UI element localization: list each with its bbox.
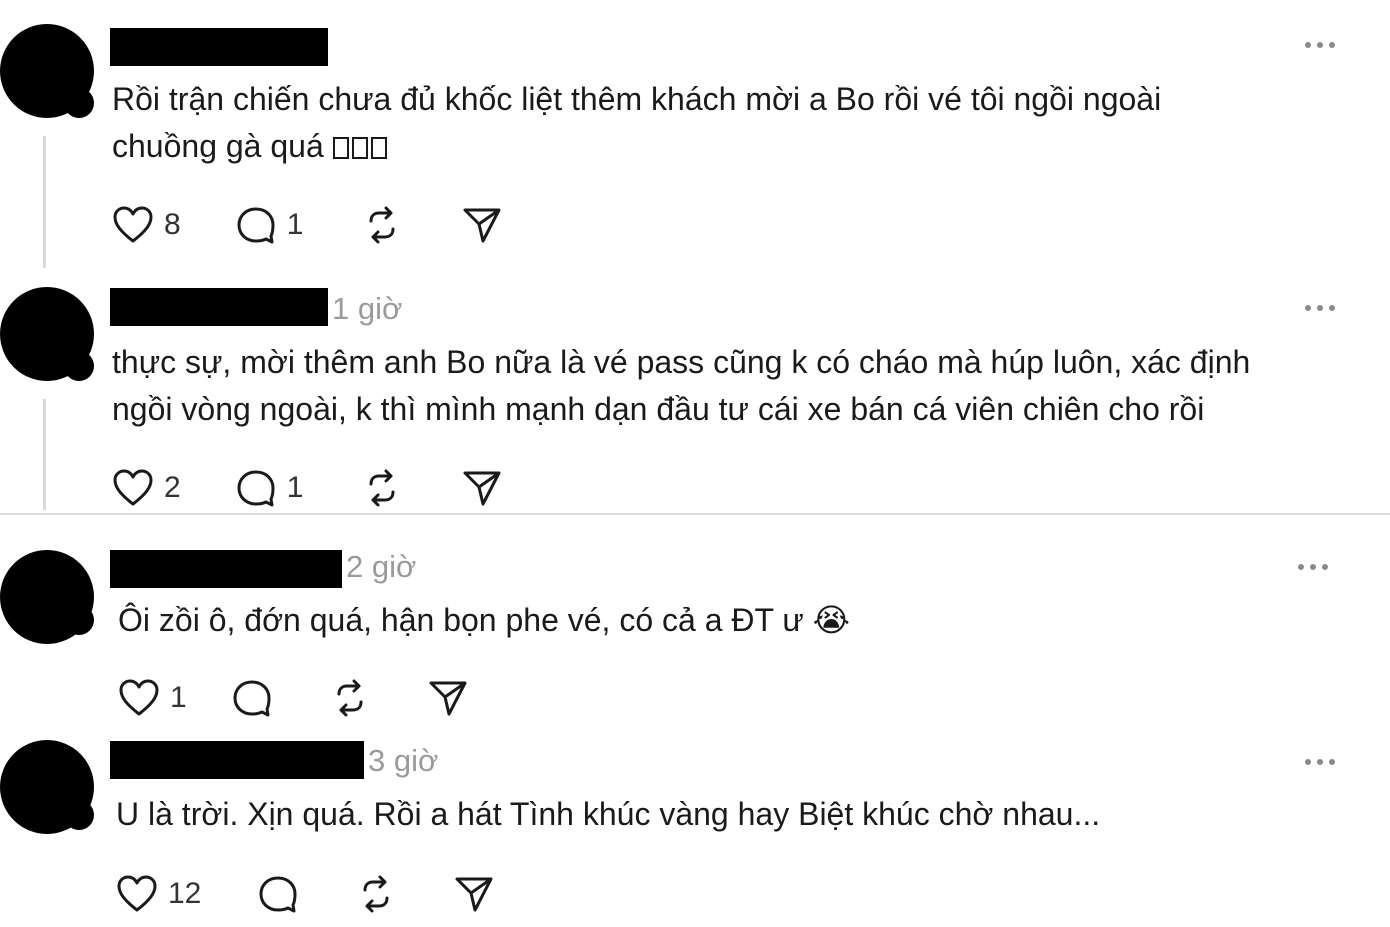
like-count: 12 — [168, 877, 202, 910]
repost-button[interactable] — [355, 874, 397, 914]
timestamp: 1 giờ — [332, 291, 403, 326]
like-count: 1 — [170, 681, 187, 714]
avatar-badge — [64, 605, 94, 635]
like-button[interactable]: 8 — [112, 205, 181, 245]
like-button[interactable]: 12 — [116, 874, 201, 914]
send-icon — [463, 208, 501, 243]
avatar-badge — [64, 800, 94, 830]
comment-icon — [259, 876, 297, 913]
comment-text: Ôi zồi ô, đớn quá, hận bọn phe vé, có cả… — [118, 597, 850, 644]
comments-feed: Rồi trận chiến chưa đủ khốc liệt thêm kh… — [0, 0, 1390, 927]
comment-line: U là trời. Xịn quá. Rồi a hát Tình khúc … — [116, 796, 1101, 832]
like-count: 2 — [164, 471, 181, 504]
comment-text: U là trời. Xịn quá. Rồi a hát Tình khúc … — [116, 791, 1100, 838]
comment-icon — [237, 207, 275, 244]
comment-line: chuồng gà quá — [112, 128, 324, 164]
heart-icon — [117, 875, 157, 912]
reply-count: 1 — [286, 471, 304, 504]
comment-text: thực sự, mời thêm anh Bo nữa là vé pass … — [112, 339, 1250, 433]
timestamp: 2 giờ — [346, 549, 417, 584]
redacted-username[interactable] — [110, 288, 328, 326]
like-button[interactable]: 2 — [112, 468, 181, 508]
share-button[interactable] — [453, 874, 495, 914]
heart-icon — [119, 679, 159, 716]
missing-emoji-glyph — [332, 128, 390, 164]
repost-button[interactable] — [361, 205, 403, 245]
more-icon[interactable] — [1298, 562, 1334, 572]
thread-line — [43, 136, 46, 268]
like-count: 8 — [164, 208, 181, 241]
comment-text: Rồi trận chiến chưa đủ khốc liệt thêm kh… — [112, 76, 1161, 170]
send-icon — [429, 681, 467, 716]
share-button[interactable] — [461, 205, 503, 245]
comment-line-with-emoji: chuồng gà quá — [112, 123, 1161, 170]
comment-line: Rồi trận chiến chưa đủ khốc liệt thêm kh… — [112, 81, 1162, 117]
action-bar: 1 — [118, 676, 469, 720]
share-button[interactable] — [427, 678, 469, 718]
redacted-username[interactable] — [110, 741, 364, 779]
repost-button[interactable] — [361, 468, 403, 508]
send-icon — [455, 877, 493, 912]
send-icon — [463, 471, 501, 506]
comment-line: thực sự, mời thêm anh Bo nữa là vé pass … — [112, 344, 1251, 380]
divider — [0, 513, 1390, 515]
thread-line — [43, 399, 46, 510]
reply-count: 1 — [286, 208, 304, 241]
reply-button[interactable]: 1 — [235, 468, 304, 508]
heart-icon — [113, 469, 153, 506]
reply-button[interactable]: 1 — [235, 205, 304, 245]
avatar-badge — [64, 88, 94, 118]
repost-button[interactable] — [329, 678, 371, 718]
comment-line: Ôi zồi ô, đớn quá, hận bọn phe vé, có cả… — [118, 602, 851, 638]
share-button[interactable] — [461, 468, 503, 508]
reply-button[interactable] — [257, 874, 299, 914]
more-icon[interactable] — [1305, 757, 1341, 767]
repost-icon — [337, 679, 363, 717]
reply-button[interactable] — [231, 678, 273, 718]
heart-icon — [113, 206, 153, 243]
like-button[interactable]: 1 — [118, 678, 187, 718]
comment-icon — [233, 680, 271, 717]
repost-icon — [369, 469, 395, 507]
avatar-badge — [64, 351, 94, 381]
comment-icon — [237, 470, 275, 507]
comment-line: ngồi vòng ngoài, k thì mình mạnh dạn đầu… — [112, 391, 1205, 427]
timestamp: 3 giờ — [368, 743, 439, 778]
action-bar: 8 1 — [112, 203, 503, 247]
redacted-username[interactable] — [110, 550, 342, 588]
more-icon[interactable] — [1305, 40, 1341, 50]
redacted-username[interactable] — [110, 28, 328, 66]
action-bar: 12 — [116, 872, 495, 916]
repost-icon — [369, 206, 395, 244]
action-bar: 2 1 — [112, 466, 503, 510]
repost-icon — [363, 875, 389, 913]
more-icon[interactable] — [1305, 303, 1341, 313]
